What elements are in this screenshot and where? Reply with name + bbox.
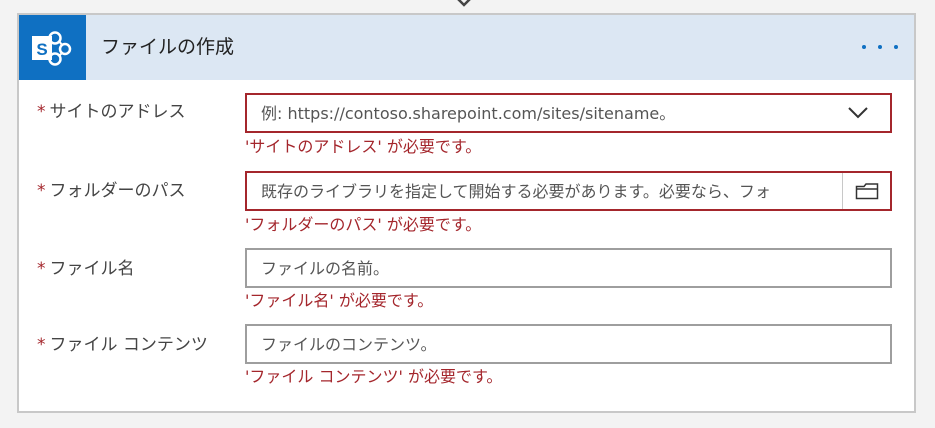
sharepoint-icon: S xyxy=(32,31,72,66)
folder-path-error: 'フォルダーのパス' が必要です。 xyxy=(245,215,482,234)
site-address-error: 'サイトのアドレス' が必要です。 xyxy=(245,137,482,156)
file-content-field[interactable] xyxy=(245,324,892,364)
folder-path-field[interactable] xyxy=(245,171,892,211)
folder-path-label: * フォルダーのパス xyxy=(37,180,186,202)
file-content-error: 'ファイル コンテンツ' が必要です。 xyxy=(245,367,503,386)
site-address-input[interactable] xyxy=(247,95,827,131)
action-header[interactable]: S ファイルの作成 xyxy=(19,15,914,80)
file-name-field[interactable] xyxy=(245,248,892,288)
site-address-dropdown-button[interactable] xyxy=(826,95,890,131)
ellipsis-icon xyxy=(862,45,866,49)
arrow-down-icon xyxy=(457,0,471,7)
file-content-input[interactable] xyxy=(247,326,890,362)
folder-path-label-text: フォルダーのパス xyxy=(49,181,186,201)
action-title: ファイルの作成 xyxy=(101,36,235,58)
ellipsis-icon xyxy=(878,45,882,49)
folder-picker-button[interactable] xyxy=(842,173,890,209)
required-mark: * xyxy=(37,335,46,355)
ellipsis-icon xyxy=(894,45,898,49)
app-tile: S xyxy=(19,15,86,80)
file-name-error: 'ファイル名' が必要です。 xyxy=(245,291,434,310)
more-options-button[interactable] xyxy=(862,37,898,57)
folder-path-input[interactable] xyxy=(247,173,847,209)
folder-icon xyxy=(855,183,878,200)
create-file-action-card: S ファイルの作成 *サイトのアドレス 'サイトのアドレス' が必要です。 *フ… xyxy=(17,13,916,413)
file-name-label: * ファイル名 xyxy=(37,258,135,280)
required-mark: * xyxy=(37,181,46,201)
required-mark: * xyxy=(37,102,46,122)
site-address-label-text: サイトのアドレス xyxy=(49,102,186,122)
site-address-field[interactable] xyxy=(245,93,892,133)
chevron-down-icon xyxy=(848,107,868,119)
required-mark: * xyxy=(37,259,46,279)
file-name-label-text: ファイル名 xyxy=(49,259,135,279)
file-name-input[interactable] xyxy=(247,250,890,286)
file-content-label: * ファイル コンテンツ xyxy=(37,334,208,356)
file-content-label-text: ファイル コンテンツ xyxy=(49,335,208,355)
site-address-label: * サイトのアドレス xyxy=(37,101,186,123)
app-icon-letter: S xyxy=(36,40,47,59)
